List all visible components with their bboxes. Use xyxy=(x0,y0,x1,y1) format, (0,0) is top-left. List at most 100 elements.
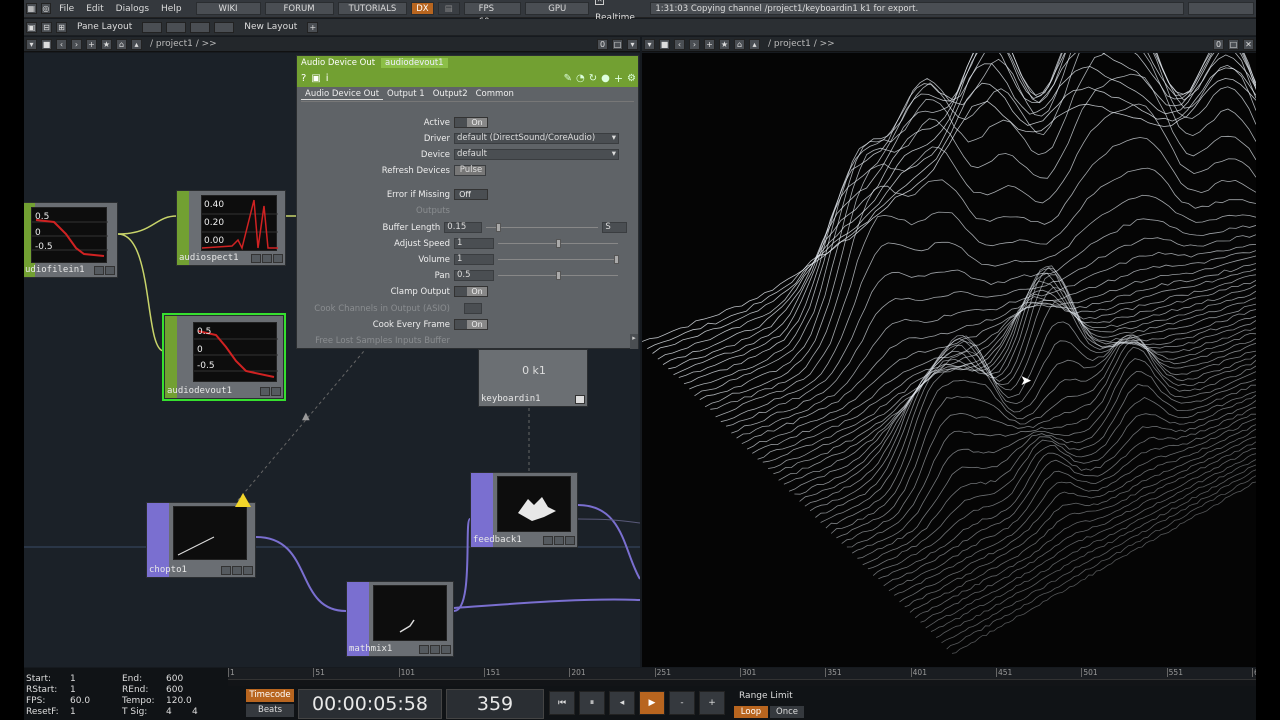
pane-menu-icon[interactable]: ▾ xyxy=(644,38,655,50)
home-icon[interactable]: ⌂ xyxy=(116,38,127,50)
param-slider[interactable] xyxy=(498,255,619,264)
audiofilein-node[interactable]: 0.5 0 -0.5 udiofilein1 xyxy=(24,202,118,278)
layout-slot-1[interactable] xyxy=(142,21,163,33)
keyboardin-node[interactable]: 0 k1 keyboardin1 xyxy=(478,349,588,407)
maximize-icon[interactable]: □ xyxy=(612,38,623,50)
add-icon[interactable]: + xyxy=(86,38,97,50)
timecode-display[interactable]: 00:00:05:58 xyxy=(298,689,442,719)
param-value-field[interactable]: 1 xyxy=(454,254,494,265)
slider-handle[interactable] xyxy=(496,223,502,232)
slider-handle[interactable] xyxy=(614,255,619,264)
tempo-value[interactable]: 120.0 xyxy=(166,696,192,706)
timecode-toggle[interactable]: Timecode xyxy=(246,689,294,702)
param-value-field[interactable]: 0.15 xyxy=(444,222,483,233)
home-icon[interactable]: ⌂ xyxy=(734,38,745,50)
menu-help[interactable]: Help xyxy=(155,0,188,18)
menu-edit[interactable]: Edit xyxy=(80,0,109,18)
param-toggle[interactable]: On xyxy=(454,286,488,297)
loop-toggle[interactable]: Loop xyxy=(734,706,768,718)
tab-common[interactable]: Common xyxy=(472,89,518,99)
rewind-button[interactable]: ⏮ xyxy=(549,691,575,715)
dx-button[interactable]: DX xyxy=(411,2,434,15)
pane-stop-icon[interactable]: ■ xyxy=(41,38,52,50)
gpu-button[interactable]: GPU xyxy=(525,2,590,15)
param-menu[interactable]: default ▾ xyxy=(454,149,619,160)
param-op-name[interactable]: audiodevout1 xyxy=(381,58,448,68)
end-value[interactable]: 600 xyxy=(166,674,183,684)
rstart-value[interactable]: 1 xyxy=(70,685,76,695)
refresh-icon[interactable]: ↻ xyxy=(589,73,597,84)
tab-output1[interactable]: Output 1 xyxy=(383,89,429,99)
layout-slot-3[interactable] xyxy=(190,21,211,33)
frame-display[interactable]: 359 xyxy=(446,689,544,719)
node-label[interactable]: chopto1 xyxy=(149,565,187,575)
param-scroll-icon[interactable]: ▸ xyxy=(630,334,638,349)
pane-down-icon[interactable]: ▾ xyxy=(627,38,638,50)
pulse-button[interactable]: Pulse xyxy=(454,165,486,176)
node-label[interactable]: audiodevout1 xyxy=(167,386,232,396)
pane-stop-icon[interactable]: ■ xyxy=(659,38,670,50)
node-label[interactable]: mathmix1 xyxy=(349,644,392,654)
tab-audio-device-out[interactable]: Audio Device Out xyxy=(301,89,384,100)
fps-value[interactable]: 60.0 xyxy=(70,696,90,706)
back-icon[interactable]: ‹ xyxy=(674,38,685,50)
slider-handle[interactable] xyxy=(556,271,561,280)
comment-icon[interactable]: ◔ xyxy=(576,73,585,84)
param-value-field[interactable]: 0.5 xyxy=(454,270,494,281)
back-icon[interactable]: ‹ xyxy=(56,38,67,50)
audiospect-node[interactable]: 0.40 0.20 0.00 audiospect1 xyxy=(176,190,286,266)
beats-toggle[interactable]: Beats xyxy=(246,704,294,717)
app-icon[interactable]: ▦ xyxy=(26,3,37,14)
node-flags[interactable] xyxy=(575,395,585,404)
edit-icon[interactable]: ✎ xyxy=(564,73,572,84)
layout-icon[interactable]: ▣ xyxy=(26,21,37,33)
menu-file[interactable]: File xyxy=(53,0,80,18)
tsig-value-2[interactable]: 4 xyxy=(192,707,198,717)
forward-icon[interactable]: › xyxy=(71,38,82,50)
maximize-icon[interactable]: □ xyxy=(1228,38,1239,50)
info-icon[interactable]: i xyxy=(326,73,329,84)
forum-button[interactable]: FORUM xyxy=(264,2,334,15)
forward-icon[interactable]: › xyxy=(689,38,700,50)
node-label[interactable]: audiospect1 xyxy=(179,253,239,263)
chopto-node[interactable]: chopto1 xyxy=(146,493,256,578)
split-icon[interactable]: ⊟ xyxy=(41,21,52,33)
pane-layout-label[interactable]: Pane Layout xyxy=(69,18,140,36)
warning-icon[interactable] xyxy=(235,493,251,507)
feedback-node[interactable]: feedback1 xyxy=(470,472,578,548)
split2-icon[interactable]: ⊞ xyxy=(56,21,67,33)
add-layout-icon[interactable]: + xyxy=(307,21,319,33)
close-icon[interactable]: ✕ xyxy=(1243,38,1254,50)
step-minus-button[interactable]: - xyxy=(669,691,695,715)
wiki-button[interactable]: WIKI xyxy=(195,2,261,15)
node-flags[interactable] xyxy=(419,645,451,654)
slider-handle[interactable] xyxy=(556,239,561,248)
tsig-value-1[interactable]: 4 xyxy=(166,707,172,717)
resetf-value[interactable]: 1 xyxy=(70,707,76,717)
unit-menu[interactable]: S xyxy=(602,222,628,233)
start-value[interactable]: 1 xyxy=(70,674,76,684)
param-toggle[interactable]: On xyxy=(454,117,488,128)
mathmix-node[interactable]: mathmix1 xyxy=(346,581,454,657)
timeline-track[interactable] xyxy=(228,680,1256,686)
param-toggle[interactable]: Off xyxy=(454,189,488,200)
param-slider[interactable] xyxy=(498,271,618,280)
rend-value[interactable]: 600 xyxy=(166,685,183,695)
add-param-icon[interactable]: + xyxy=(614,72,623,85)
color-icon[interactable]: ● xyxy=(601,73,610,84)
layout-slot-4[interactable] xyxy=(214,21,235,33)
viewer-path[interactable]: / project1 / >> xyxy=(768,39,835,49)
param-menu[interactable]: default (DirectSound/CoreAudio) ▾ xyxy=(454,133,619,144)
tutorials-button[interactable]: TUTORIALS xyxy=(337,2,408,15)
param-value-field[interactable]: 1 xyxy=(454,238,494,249)
layout-slot-2[interactable] xyxy=(166,21,187,33)
timeline-ruler[interactable]: 151101151201251301351401451501551600 xyxy=(228,668,1256,680)
pause-button[interactable]: ⏸ xyxy=(579,691,605,715)
menu-dialogs[interactable]: Dialogs xyxy=(110,0,155,18)
network-path[interactable]: / project1 / >> xyxy=(150,39,217,49)
once-toggle[interactable]: Once xyxy=(770,706,804,718)
param-slider[interactable] xyxy=(486,223,599,232)
step-back-button[interactable]: ◂ xyxy=(609,691,635,715)
up-icon[interactable]: ▴ xyxy=(749,38,760,50)
node-label[interactable]: feedback1 xyxy=(473,535,522,545)
